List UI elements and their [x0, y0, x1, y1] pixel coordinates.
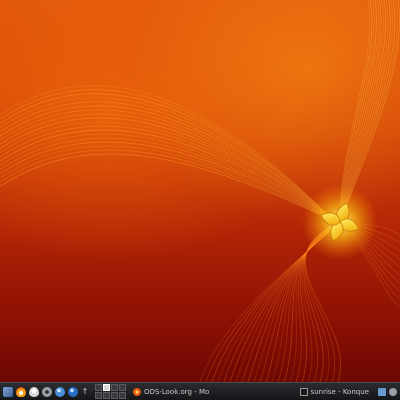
wave-line [0, 89, 336, 223]
wave-line [0, 121, 336, 223]
browser-icon[interactable] [68, 386, 78, 397]
pager-desktop-6[interactable] [103, 392, 110, 399]
terminal-icon [299, 387, 308, 396]
taskbar-task-browser[interactable]: ODS-Look.org - Mo [130, 385, 297, 399]
app-menu-icon[interactable] [3, 386, 13, 397]
pager-desktop-3[interactable] [111, 384, 118, 391]
tray-status-icon[interactable] [389, 387, 397, 396]
pager-desktop-5[interactable] [95, 392, 102, 399]
globe-icon[interactable] [55, 386, 65, 397]
desktop-pager [95, 384, 126, 399]
wave-line [0, 105, 336, 223]
wave-line [0, 145, 336, 223]
taskbar: ↑ ODS-Look.org - Mo sunrise - Konque [0, 382, 400, 400]
wave-line [0, 125, 336, 223]
wave-line [0, 137, 336, 223]
pager-desktop-2[interactable] [103, 384, 110, 391]
desktop-wallpaper [0, 0, 400, 382]
pager-desktop-1[interactable] [95, 384, 102, 391]
firefox-icon [133, 387, 141, 396]
taskbar-task-konqueror[interactable]: sunrise - Konque [297, 385, 375, 399]
task-label: sunrise - Konque [310, 387, 369, 396]
tray-window-icon[interactable] [378, 387, 386, 396]
desktop[interactable] [0, 0, 400, 382]
settings-icon[interactable] [42, 386, 52, 397]
flame-icon[interactable] [16, 386, 26, 397]
pager-desktop-7[interactable] [111, 392, 118, 399]
pager-desktop-4[interactable] [119, 384, 126, 391]
pager-desktop-8[interactable] [119, 392, 126, 399]
arrow-up-icon[interactable]: ↑ [81, 387, 89, 397]
wave-line [0, 85, 336, 223]
wave-line [0, 109, 336, 223]
drop-icon[interactable] [29, 386, 39, 397]
wave-line [0, 93, 336, 223]
system-tray [375, 387, 400, 396]
wave-line [0, 101, 336, 223]
quick-launch: ↑ [0, 383, 89, 400]
wave-line [0, 113, 336, 223]
task-label: ODS-Look.org - Mo [144, 387, 210, 396]
